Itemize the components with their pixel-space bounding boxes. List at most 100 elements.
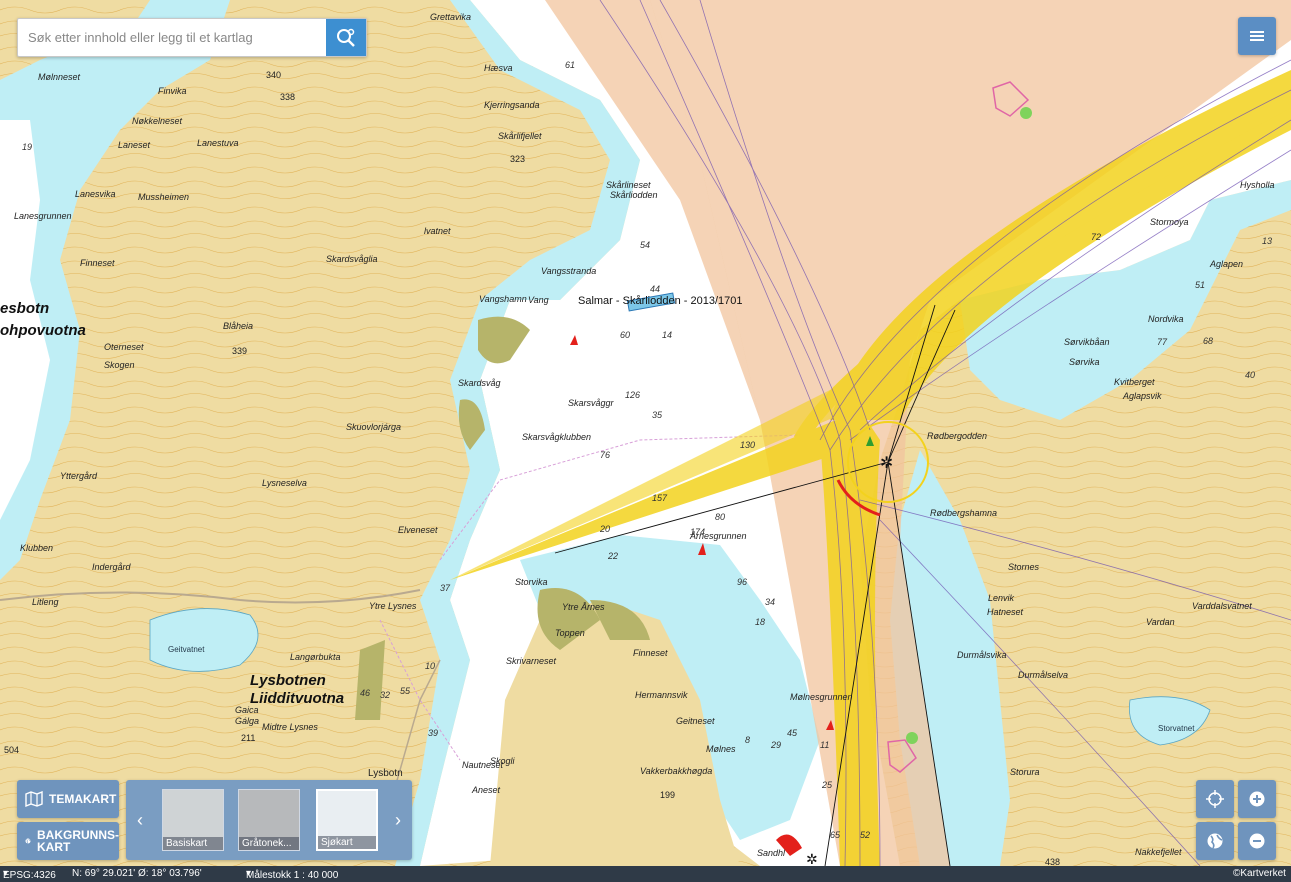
search-box[interactable] [17, 18, 367, 57]
plus-icon [1249, 791, 1265, 807]
basemap-next-button[interactable]: › [390, 808, 406, 832]
zoom-in-button[interactable] [1238, 780, 1276, 818]
basemap-selector: ‹ Basiskart Gråtonek... Sjøkart › [126, 780, 412, 860]
place-label: Skarsvåggr [568, 398, 614, 408]
depth-sounding: 72 [1091, 232, 1102, 242]
place-label: Rødbergshamna [930, 508, 998, 518]
depth-sounding: 35 [652, 410, 663, 420]
depth-sounding: 77 [1157, 337, 1168, 347]
elevation-label: 211 [241, 733, 256, 743]
elevation-label: 338 [280, 92, 296, 102]
place-label: Lanestuva [197, 138, 239, 148]
basemap-thumb-label: Gråtonek... [239, 837, 299, 850]
place-label: Nordvika [1148, 314, 1184, 324]
place-label: Midtre Lysnes [262, 722, 318, 732]
basemap-prev-button[interactable]: ‹ [132, 808, 148, 832]
place-label: Vardan [1146, 617, 1175, 627]
map-icon [25, 791, 43, 807]
depth-sounding: 22 [608, 551, 619, 561]
depth-sounding: 39 [428, 728, 439, 738]
projection-selector[interactable]: EPSG:4326 ▾ [3, 868, 56, 881]
place-label: Hatneset [987, 607, 1024, 617]
depth-sounding: 29 [771, 740, 782, 750]
search-button[interactable] [326, 19, 366, 56]
place-label: Grettavika [430, 12, 472, 22]
search-input[interactable] [18, 19, 326, 56]
globe-icon [25, 838, 31, 844]
depth-sounding: 157 [652, 493, 668, 503]
depth-sounding: 14 [662, 330, 673, 340]
hamburger-menu-icon [1250, 31, 1264, 41]
place-label: Mussheimen [138, 192, 190, 202]
place-label: Vang [528, 295, 549, 305]
globe-icon [1207, 833, 1223, 849]
place-label: Skardsvåglia [326, 254, 378, 264]
place-label: Skarsvågklubben [522, 432, 592, 442]
place-label: Kvitberget [1114, 377, 1155, 387]
background-map-label: BAKGRUNNS- KART [37, 828, 119, 854]
chevron-left-icon: ‹ [137, 809, 143, 830]
place-label: Ytterg­ård [60, 471, 98, 481]
depth-sounding: 65 [830, 830, 841, 840]
background-map-button[interactable]: BAKGRUNNS- KART [17, 822, 119, 860]
depth-sounding: 37 [440, 583, 451, 593]
place-label: Skuovlorjárga [346, 422, 402, 432]
place-label: Finvika [158, 86, 187, 96]
place-label: Geitvatnet [168, 645, 205, 654]
place-label: Aneset [472, 785, 501, 795]
basemap-thumb-basiskart[interactable]: Basiskart [162, 789, 224, 851]
basemap-thumb-sjokart[interactable]: Sjøkart [316, 789, 378, 851]
place-label: Kjerringsanda [484, 100, 540, 110]
place-label: Aglapsvik [1123, 391, 1162, 401]
map-canvas[interactable]: ✲ ✲ [0, 0, 1291, 882]
search-settings-icon [337, 28, 355, 47]
basemap-thumb-label: Basiskart [163, 837, 223, 850]
attribution-link[interactable]: ©Kartverket [1233, 868, 1286, 879]
zoom-out-button[interactable] [1238, 822, 1276, 860]
depth-sounding: 8 [745, 735, 751, 745]
elevation-label: 340 [266, 70, 282, 80]
basemap-thumb-gratone[interactable]: Gråtonek... [238, 789, 300, 851]
place-label: Storvika [515, 577, 548, 587]
geitvatnet-lake [149, 608, 259, 672]
place-label: Aglapen [1210, 259, 1244, 269]
depth-sounding: 68 [1203, 336, 1214, 346]
depth-sounding: 11 [820, 740, 830, 750]
place-label: Durmålsvika [957, 650, 1007, 660]
place-label: Skrivarneset [506, 656, 557, 666]
theme-map-label: TEMAKART [49, 792, 117, 806]
place-label: Liidditvuotna [250, 690, 345, 707]
depth-sounding: 32 [380, 690, 391, 700]
lighthouse-icon: ✲ [880, 453, 893, 472]
scale-selector[interactable]: Målestokk 1 : 40 000 ▾ [246, 868, 338, 881]
place-label: esbotn [0, 300, 50, 317]
place-label: Varddalsvatnet [1192, 601, 1252, 611]
place-label: Laneset [118, 140, 151, 150]
menu-button[interactable] [1238, 17, 1276, 55]
theme-map-button[interactable]: TEMAKART [17, 780, 119, 818]
depth-sounding: 130 [740, 440, 756, 450]
basemap-thumb-label: Sjøkart [318, 836, 376, 849]
depth-sounding: 52 [860, 830, 871, 840]
place-label: Geitneset [676, 716, 715, 726]
place-label: Gálga [235, 716, 260, 726]
world-button[interactable] [1196, 822, 1234, 860]
aquaculture-label[interactable]: Salmar - Skårliodden - 2013/1701 [578, 295, 742, 307]
place-label: Stormoya [1150, 217, 1189, 227]
depth-sounding: 126 [625, 390, 641, 400]
place-label: Lanesvika [75, 189, 116, 199]
locate-button[interactable] [1196, 780, 1234, 818]
place-label: Lysbotnen [250, 672, 326, 689]
status-bar: EPSG:4326 ▾ N: 69° 29.021' Ø: 18° 03.796… [0, 866, 1291, 882]
place-label: Sørvika [1069, 357, 1100, 367]
depth-sounding: 61 [565, 60, 576, 70]
place-label: Mølnneset [38, 72, 81, 82]
place-label: lvatnet [424, 226, 451, 236]
place-label: Durmålselva [1018, 670, 1069, 680]
place-label: Sandhl [757, 848, 786, 858]
place-label: Lysneselva [262, 478, 307, 488]
place-label: Lenvik [988, 593, 1015, 603]
place-label: Klubben [20, 543, 54, 553]
place-label: Skårliodden [610, 190, 658, 200]
place-label: Storura [1010, 767, 1040, 777]
